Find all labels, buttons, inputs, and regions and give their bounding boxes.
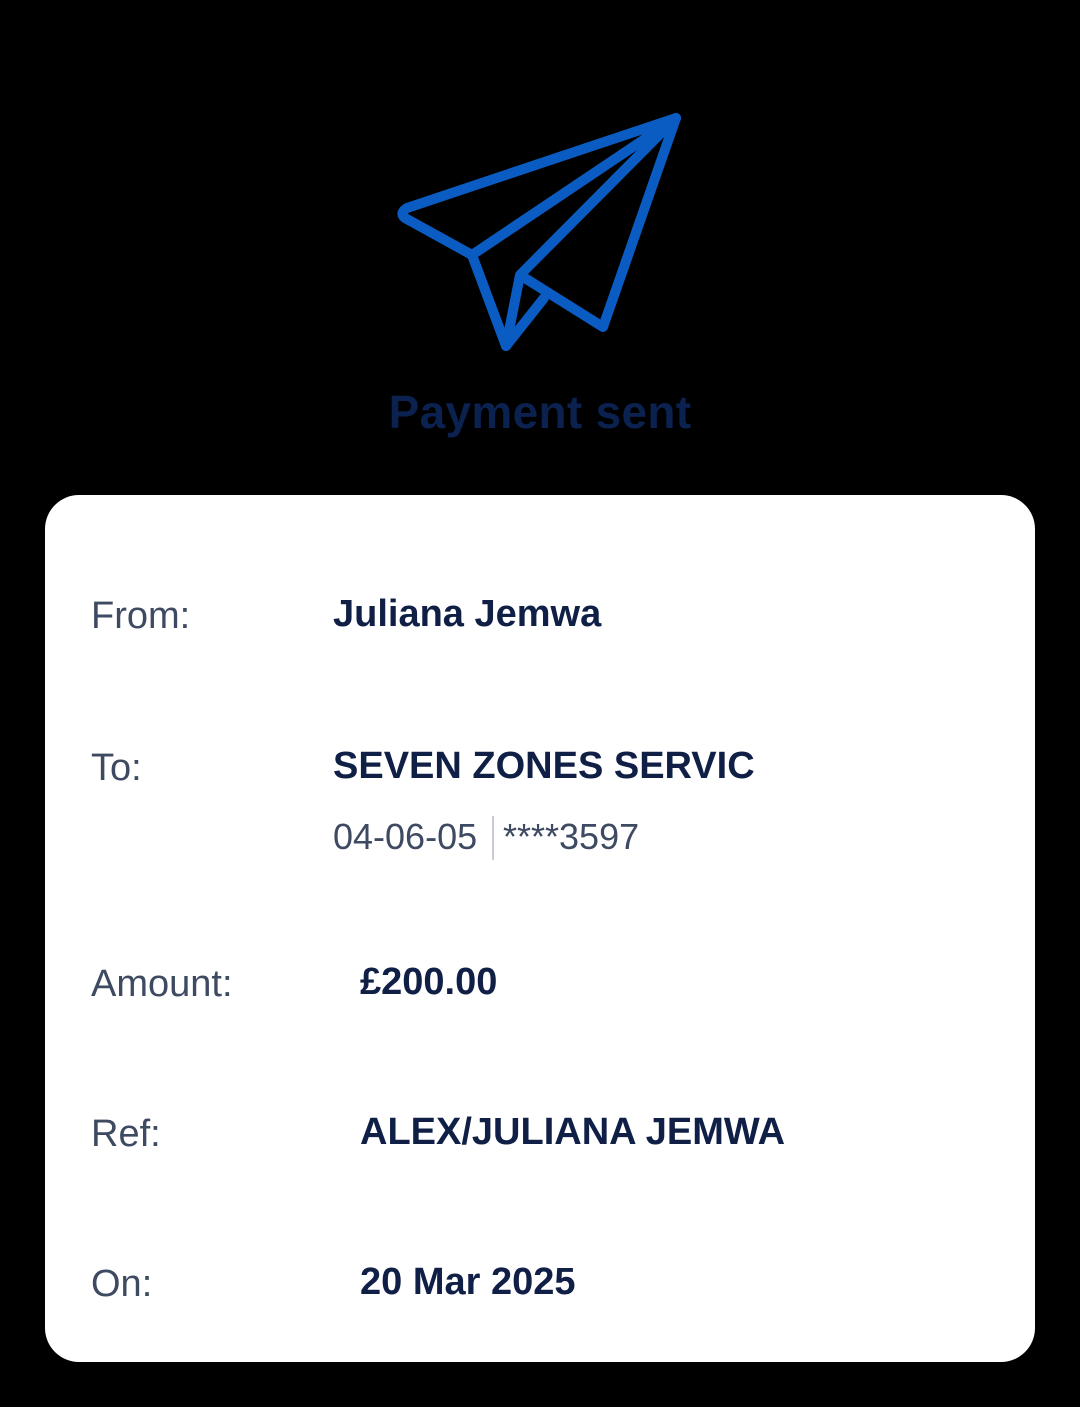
paper-plane-icon	[397, 113, 681, 351]
from-label: From:	[91, 595, 191, 637]
to-value: SEVEN ZONES SERVIC	[333, 745, 755, 787]
to-label: To:	[91, 747, 142, 789]
account-number: ****3597	[503, 816, 640, 857]
date-value: 20 Mar 2025	[360, 1261, 576, 1303]
amount-value: £200.00	[360, 961, 498, 1003]
amount-label: Amount:	[91, 963, 233, 1005]
payment-details-card: From: Juliana Jemwa To: SEVEN ZONES SERV…	[45, 495, 1035, 1362]
account-divider	[492, 816, 494, 860]
from-value: Juliana Jemwa	[333, 593, 602, 635]
date-label: On:	[91, 1263, 153, 1305]
ref-label: Ref:	[91, 1113, 161, 1155]
sort-code: 04-06-05	[333, 816, 478, 857]
ref-value: ALEX/JULIANA JEMWA	[360, 1111, 786, 1153]
page-title: Payment sent	[388, 386, 692, 438]
